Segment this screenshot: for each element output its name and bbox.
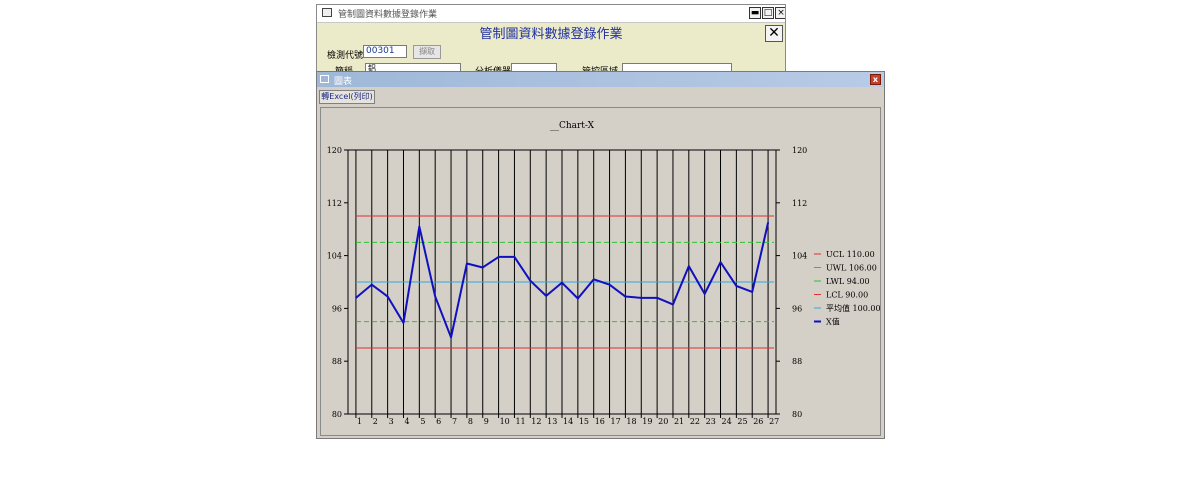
x-value-point	[370, 283, 373, 286]
x-value-point	[497, 256, 500, 258]
x-tick-label: 5	[420, 417, 425, 426]
chart-window: 圖表 x 轉Excel(列印) __Chart-X 1 2 3 4 5 6 7 8 9 10 11 12…	[316, 71, 885, 439]
x-value-point	[561, 281, 563, 284]
x-tick-label: 9	[484, 417, 489, 426]
y-tick-label-right: 120	[792, 146, 807, 155]
x-value-point	[719, 261, 722, 263]
y-tick-label-left: 120	[327, 146, 342, 155]
x-tick-label: 3	[389, 417, 394, 426]
x-value-point	[624, 295, 627, 298]
x-tick-label: 7	[452, 417, 457, 426]
y-tick-label-right: 80	[792, 410, 802, 419]
chart-titlebar[interactable]: 圖表 x	[317, 72, 884, 87]
legend-label: UWL 106.00	[826, 264, 877, 273]
x-tick-label: 13	[547, 417, 557, 426]
x-value-point	[703, 293, 706, 295]
x-value-point	[767, 221, 769, 224]
x-value-point	[545, 295, 547, 297]
x-value-point	[481, 266, 484, 269]
x-value-point	[592, 278, 595, 281]
x-tick-label: 4	[404, 417, 409, 426]
x-tick-label: 23	[706, 417, 716, 426]
code-input[interactable]: 00301	[363, 45, 407, 58]
chart-title: __Chart-X	[550, 121, 595, 131]
maximize-button[interactable]: □	[762, 7, 774, 19]
x-value-point	[640, 297, 643, 299]
x-tick-label: 8	[468, 417, 473, 426]
minimize-button[interactable]: ▬	[749, 7, 761, 19]
x-value-point	[513, 256, 516, 258]
y-tick-label-right: 112	[792, 199, 807, 208]
x-tick-label: 20	[658, 417, 668, 426]
x-tick-label: 11	[515, 417, 525, 426]
x-tick-label: 22	[690, 417, 700, 426]
parent-window: 管制圖資料數據登錄作業 ▬ □ × 管制圖資料數據登錄作業 ✕ 檢測代號 003…	[316, 4, 786, 76]
control-chart: __Chart-X1 2 3 4 5 6 7 8 9 10 11 12 13 14 15 16 17 18 19 20…	[327, 121, 880, 426]
x-tick-label: 16	[595, 417, 605, 426]
x-value-point	[434, 295, 436, 298]
y-tick-label-left: 88	[332, 357, 342, 366]
x-value-point	[386, 295, 389, 298]
legend-label: LCL 90.00	[826, 291, 868, 300]
x-tick-label: 14	[563, 417, 573, 426]
legend-label: UCL 110.00	[826, 250, 875, 259]
chart-close-button[interactable]: x	[870, 74, 881, 85]
x-value-point	[529, 279, 532, 282]
chart-panel: __Chart-X 1 2 3 4 5 6 7 8 9 10 11 12 13 14 15 16 17 18 19 20…	[320, 107, 881, 436]
x-value-point	[466, 262, 468, 265]
x-tick-label: 18	[626, 417, 636, 426]
fetch-button[interactable]: 擷取	[413, 45, 441, 59]
y-tick-label-right: 104	[792, 252, 807, 261]
x-tick-label: 10	[500, 417, 510, 426]
x-value-point	[355, 297, 357, 299]
legend-label: X值	[826, 317, 840, 327]
x-tick-label: 12	[531, 417, 541, 426]
y-tick-label-left: 112	[327, 199, 342, 208]
x-tick-label: 19	[642, 417, 652, 426]
x-tick-label: 26	[753, 417, 763, 426]
x-value-point	[450, 336, 452, 339]
x-tick-label: 17	[611, 417, 621, 426]
x-tick-label: 25	[737, 417, 747, 426]
y-tick-label-left: 96	[332, 304, 342, 313]
chart-window-title: 圖表	[334, 77, 353, 87]
y-tick-label-right: 96	[792, 304, 802, 313]
x-tick-label: 15	[579, 417, 589, 426]
x-value-point	[688, 265, 690, 267]
export-excel-button[interactable]: 轉Excel(列印)	[319, 90, 375, 104]
x-tick-label: 27	[769, 417, 779, 426]
x-value-point	[656, 297, 658, 299]
legend-label: 平均值 100.00	[826, 303, 880, 313]
form-close-button[interactable]: ✕	[765, 25, 783, 42]
x-value-point	[672, 303, 674, 306]
x-value-point	[418, 225, 421, 228]
x-tick-label: 6	[436, 417, 441, 426]
x-tick-label: 24	[722, 417, 732, 426]
y-tick-label-left: 104	[327, 252, 342, 261]
x-tick-label: 2	[373, 417, 378, 426]
y-tick-label-right: 88	[792, 357, 802, 366]
x-value-point	[751, 291, 754, 293]
x-tick-label: 1	[357, 417, 362, 426]
parent-window-title: 管制圖資料數據登錄作業	[338, 10, 438, 20]
close-button[interactable]: ×	[775, 7, 785, 19]
window-icon	[320, 75, 329, 83]
legend-label: LWL 94.00	[826, 277, 870, 286]
x-tick-label: 21	[674, 417, 684, 426]
form-heading: 管制圖資料數據登錄作業	[479, 27, 623, 42]
x-value-point	[735, 285, 738, 287]
parent-titlebar[interactable]: 管制圖資料數據登錄作業 ▬ □ ×	[317, 5, 785, 23]
code-label: 檢測代號	[327, 51, 364, 61]
x-value-point	[402, 322, 405, 324]
app-icon	[322, 8, 332, 17]
x-value-point	[577, 297, 579, 300]
y-tick-label-left: 80	[332, 410, 342, 419]
x-value-point	[608, 283, 611, 286]
